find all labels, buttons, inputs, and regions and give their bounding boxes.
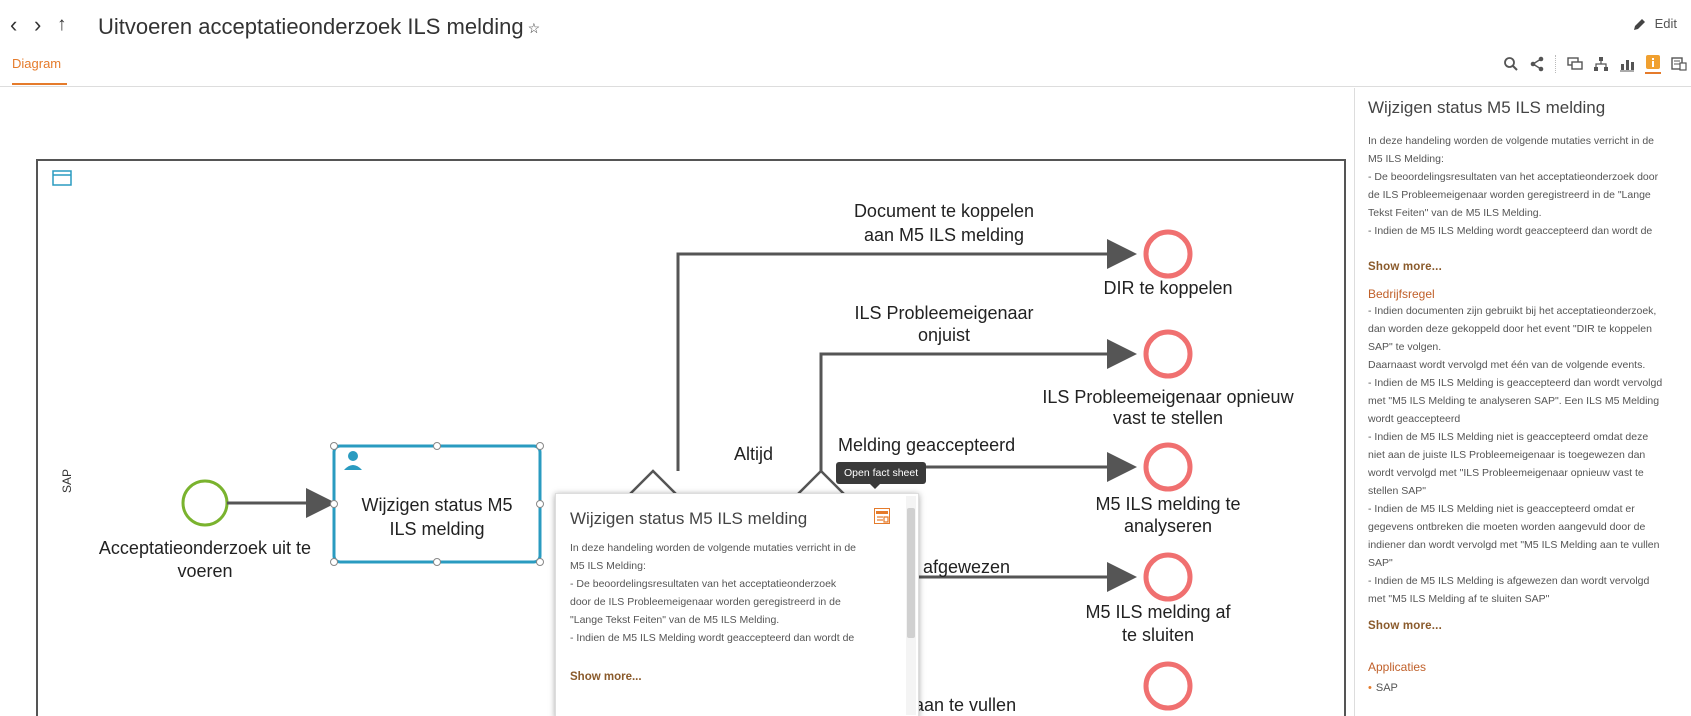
edit-button[interactable]: Edit bbox=[1633, 16, 1677, 31]
favorite-star-icon[interactable]: ☆ bbox=[528, 20, 541, 36]
end-2-label-2: vast te stellen bbox=[1113, 408, 1223, 428]
app-window: ‹ › ↑ Uitvoeren acceptatieonderzoek ILS … bbox=[0, 0, 1691, 716]
end-3-label-2: analyseren bbox=[1124, 516, 1212, 536]
share-icon[interactable] bbox=[1529, 56, 1545, 72]
toolbar bbox=[1503, 54, 1687, 74]
popup-scrollbar-thumb[interactable] bbox=[907, 508, 915, 638]
panel-title: Wijzigen status M5 ILS melding bbox=[1368, 98, 1606, 117]
panel-show-more-1[interactable]: Show more... bbox=[1368, 261, 1442, 273]
task-label-2: ILS melding bbox=[389, 519, 484, 539]
fact-sheet-icon[interactable] bbox=[1671, 56, 1687, 72]
end-event-analyseren[interactable] bbox=[1143, 442, 1193, 492]
bullet-dot-icon: • bbox=[1368, 682, 1372, 694]
panel-show-more-2[interactable]: Show more... bbox=[1368, 620, 1442, 632]
search-icon[interactable] bbox=[1503, 56, 1519, 72]
info-icon[interactable] bbox=[1645, 54, 1661, 74]
end-event-afsluiten[interactable] bbox=[1143, 552, 1193, 602]
back-icon[interactable]: ‹ bbox=[10, 10, 17, 40]
end-4-label-2: te sluiten bbox=[1122, 625, 1194, 645]
page-title: Uitvoeren acceptatieonderzoek ILS meldin… bbox=[98, 12, 540, 43]
start-event[interactable] bbox=[181, 479, 229, 527]
flow-1-label-2: aan M5 ILS melding bbox=[864, 225, 1024, 245]
start-event-label-2: voeren bbox=[177, 561, 232, 581]
chart-icon[interactable] bbox=[1619, 56, 1635, 72]
tooltip-open-fact-sheet: Open fact sheet bbox=[836, 462, 927, 489]
flow-2-label-1: ILS Probleemeigenaar bbox=[854, 303, 1033, 323]
apps-heading: Applicaties bbox=[1368, 660, 1427, 674]
up-arrow-icon[interactable]: ↑ bbox=[57, 10, 67, 40]
rule-text: - Indien documenten zijn gebruikt bij he… bbox=[1368, 305, 1663, 605]
popup-scrollbar[interactable] bbox=[906, 496, 916, 715]
flow-2-label-2: onjuist bbox=[918, 325, 970, 345]
end-event-aanvullen[interactable] bbox=[1143, 661, 1193, 711]
end-4-label-1: M5 ILS melding af bbox=[1085, 602, 1231, 622]
forward-icon[interactable]: › bbox=[34, 10, 41, 40]
task-label-1: Wijzigen status M5 bbox=[361, 495, 512, 515]
flow-4-label: afgewezen bbox=[923, 557, 1010, 577]
top-bar: ‹ › ↑ Uitvoeren acceptatieonderzoek ILS … bbox=[0, 0, 1691, 52]
popup-title: Wijzigen status M5 ILS melding bbox=[570, 509, 808, 528]
popup-description: In deze handeling worden de volgende mut… bbox=[570, 542, 857, 644]
tab-bar: Diagram bbox=[0, 52, 1691, 87]
end-3-label-1: M5 ILS melding te bbox=[1095, 494, 1240, 514]
pool-window-icon bbox=[52, 170, 72, 186]
popup-show-more-link[interactable]: Show more... bbox=[570, 671, 642, 683]
toolbar-divider bbox=[1555, 55, 1557, 73]
tab-diagram[interactable]: Diagram bbox=[12, 52, 68, 85]
pencil-icon bbox=[1633, 18, 1645, 30]
app-item[interactable]: • SAP bbox=[1368, 682, 1398, 694]
flow-5-label: aan te vullen bbox=[914, 695, 1016, 715]
start-event-label-1: Acceptatieonderzoek uit te bbox=[99, 538, 311, 558]
app-item-label: SAP bbox=[1375, 682, 1398, 694]
flow-altijd-label: Altijd bbox=[734, 444, 773, 464]
fact-popup: Wijzigen status M5 ILS melding In deze h… bbox=[555, 493, 919, 716]
pool-label: SAP bbox=[60, 469, 74, 493]
end-1-label: DIR te koppelen bbox=[1103, 278, 1232, 298]
edit-label: Edit bbox=[1654, 16, 1677, 31]
flow-1-label-1: Document te koppelen bbox=[854, 201, 1034, 221]
end-event-probleemeigenaar[interactable] bbox=[1143, 329, 1193, 379]
flow-3-label: Melding geaccepteerd bbox=[838, 435, 1015, 455]
rule-heading: Bedrijfsregel bbox=[1368, 287, 1435, 301]
end-2-label-1: ILS Probleemeigenaar opnieuw bbox=[1042, 387, 1294, 407]
page-title-text: Uitvoeren acceptatieonderzoek ILS meldin… bbox=[98, 14, 524, 39]
panel-description: In deze handeling worden de volgende mut… bbox=[1368, 135, 1659, 237]
comments-icon[interactable] bbox=[1567, 56, 1583, 72]
hierarchy-icon[interactable] bbox=[1593, 56, 1609, 72]
end-event-dir[interactable] bbox=[1143, 229, 1193, 279]
open-fact-sheet-icon[interactable] bbox=[874, 508, 890, 524]
properties-panel: Wijzigen status M5 ILS melding In deze h… bbox=[1354, 88, 1691, 716]
